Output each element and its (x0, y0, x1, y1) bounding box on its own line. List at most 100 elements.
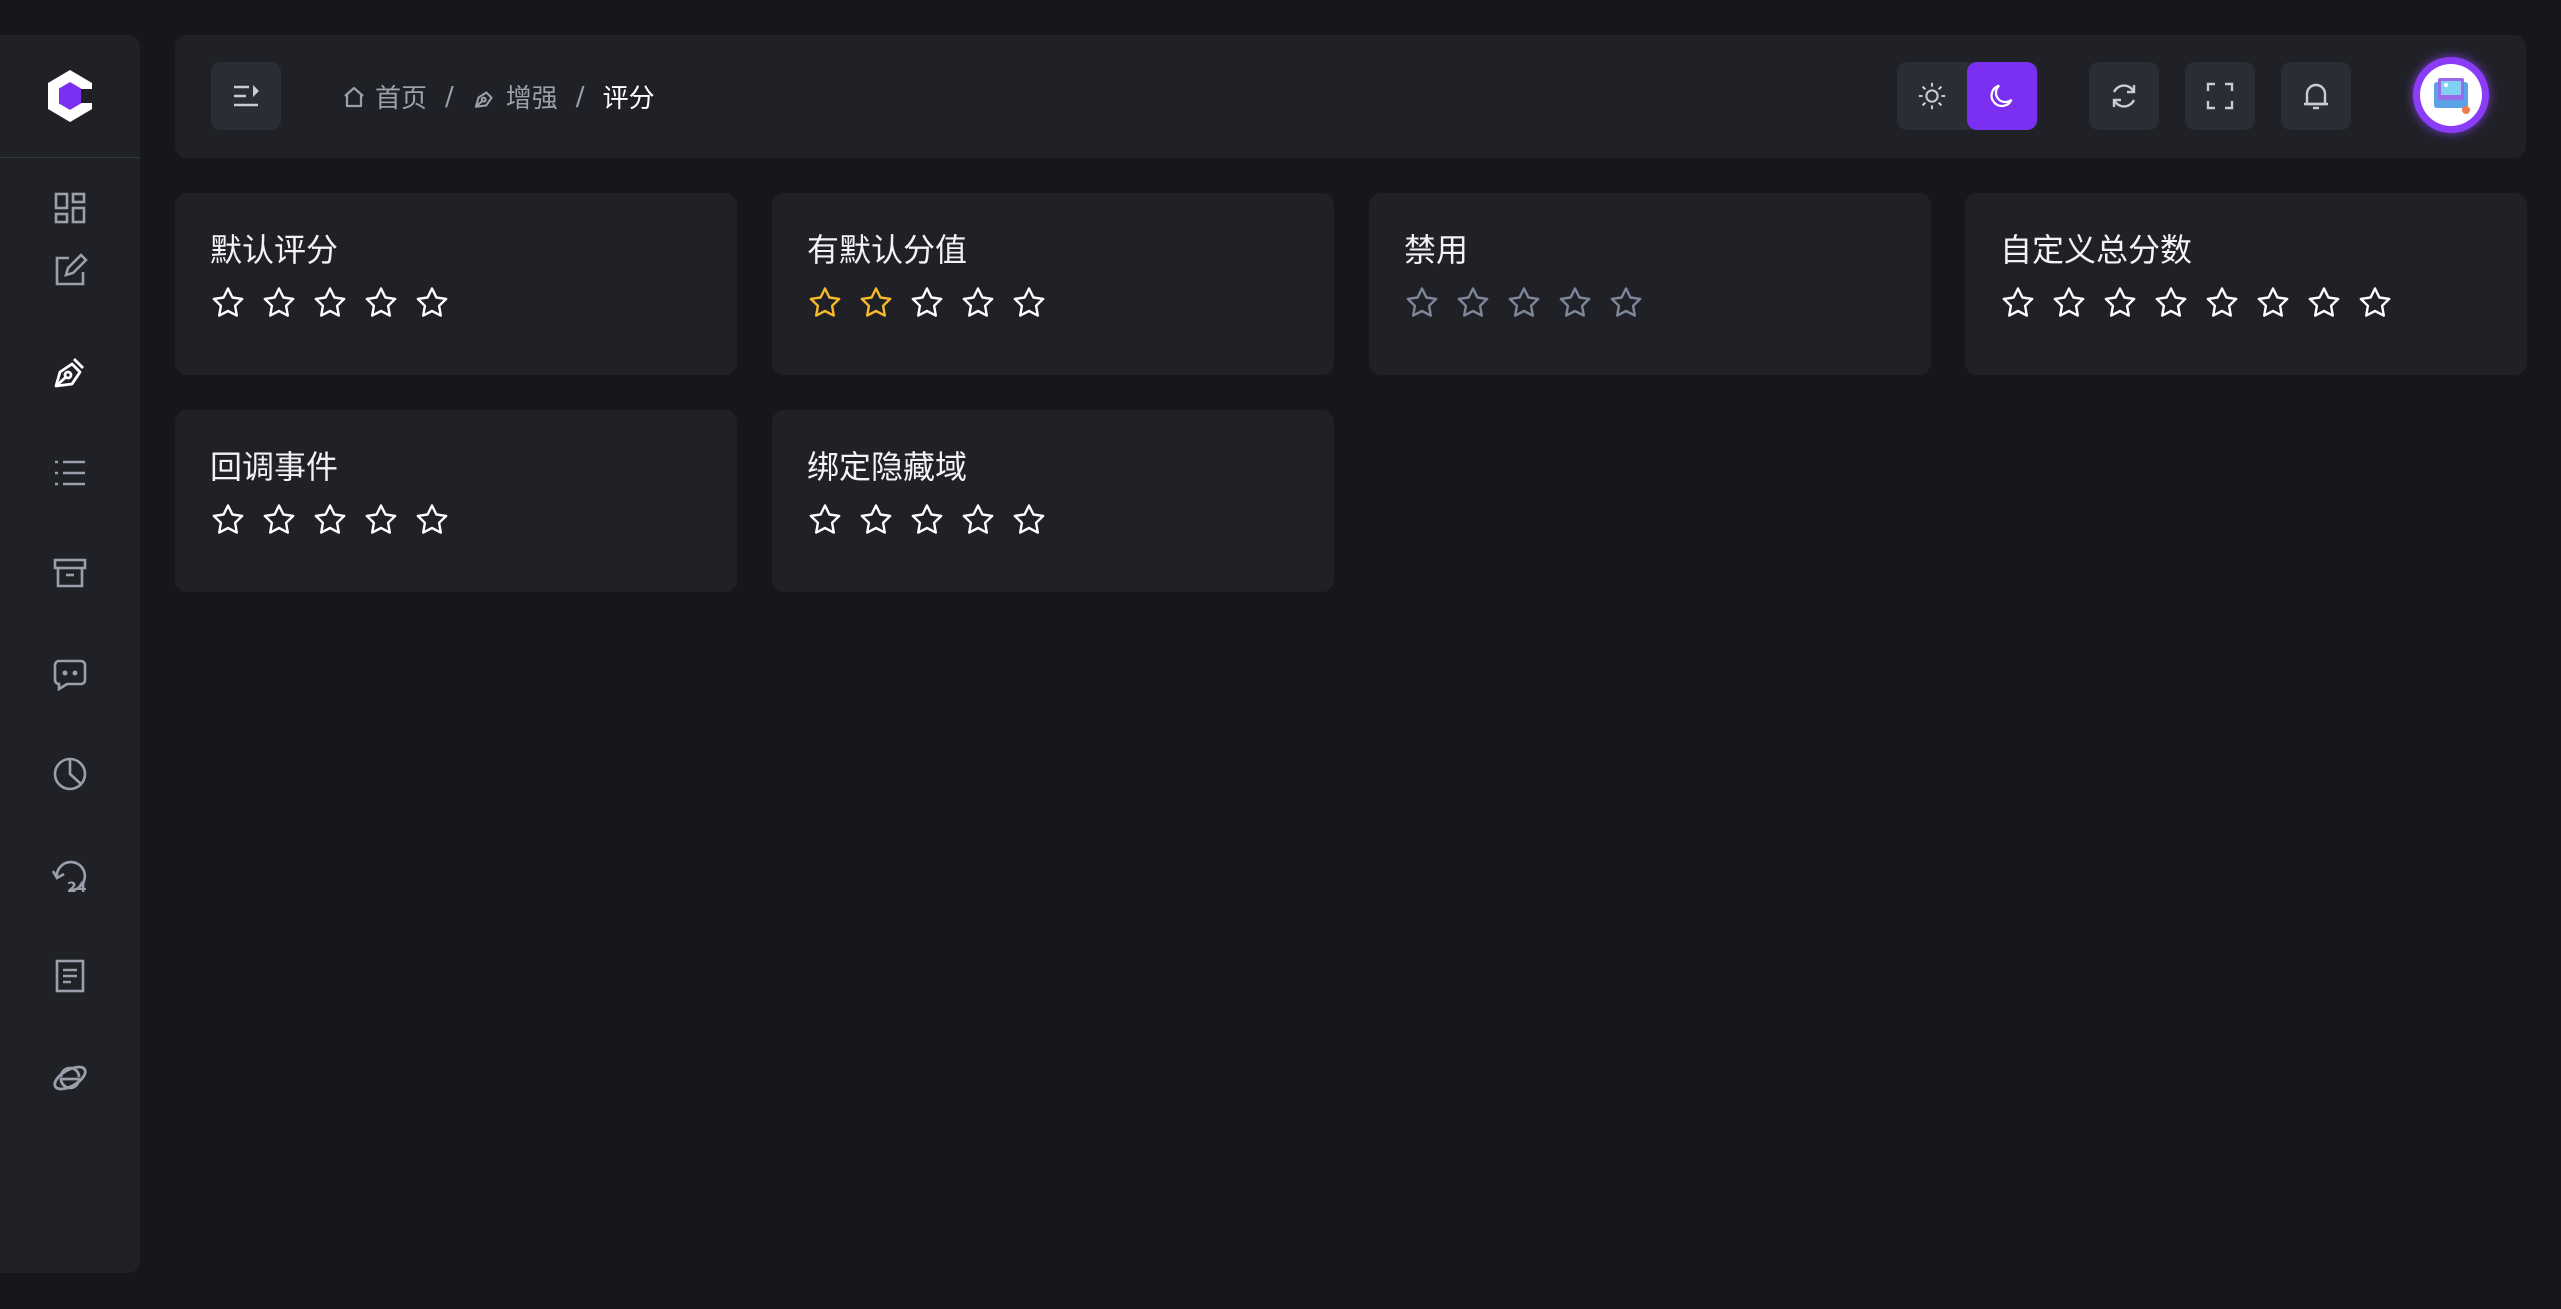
card-title: 默认评分 (210, 231, 339, 269)
star-icon (1508, 287, 1540, 317)
bell-icon (2304, 83, 2328, 110)
star-icon (1610, 287, 1642, 317)
star-icon (1406, 287, 1438, 317)
breadcrumb-separator: / (575, 81, 585, 112)
notification-button[interactable] (2281, 62, 2351, 130)
star-icon[interactable] (2255, 285, 2291, 321)
list-icon (55, 460, 85, 486)
breadcrumb-separator: / (445, 81, 454, 112)
star-icon[interactable] (414, 285, 450, 321)
logo[interactable] (0, 35, 140, 158)
light-theme-button[interactable] (1897, 62, 1967, 130)
breadcrumb-current: 评分 (603, 78, 655, 115)
star-icon[interactable] (363, 502, 399, 538)
star-icon[interactable] (2051, 285, 2087, 321)
card-title: 禁用 (1404, 231, 1469, 269)
sun-icon (1918, 82, 1946, 110)
avatar[interactable] (2413, 57, 2489, 133)
star-icon[interactable] (909, 285, 945, 321)
star-rating (210, 502, 450, 538)
star-icon[interactable] (261, 285, 297, 321)
sidebar-item-dashboard[interactable] (40, 178, 100, 238)
sidebar-item-list[interactable] (40, 443, 100, 503)
star-icon[interactable] (312, 285, 348, 321)
chat-icon (53, 659, 87, 692)
dashboard-icon (54, 192, 86, 224)
avatar-image (2420, 64, 2482, 126)
star-icon[interactable] (807, 502, 843, 538)
star-icon[interactable] (858, 285, 894, 321)
top-header: 首页 / 增强 / 评分 (175, 35, 2526, 158)
sidebar-item-archive[interactable] (40, 543, 100, 603)
history-24-icon: 24 (51, 860, 87, 896)
edit-icon (55, 253, 88, 286)
breadcrumb-home[interactable]: 首页 (341, 78, 427, 115)
star-icon[interactable] (1011, 285, 1047, 321)
star-rating (210, 285, 450, 321)
pen-nib-icon (54, 358, 84, 388)
card-title: 绑定隐藏域 (807, 448, 968, 486)
cube-logo-icon (48, 70, 92, 122)
card-title: 回调事件 (210, 448, 339, 486)
breadcrumb-label: 评分 (602, 84, 655, 114)
sidebar-item-history[interactable]: 24 (40, 846, 100, 906)
home-icon (344, 86, 364, 107)
star-rating (807, 285, 1047, 321)
collapse-sidebar-button[interactable] (211, 62, 281, 130)
ie-browser-icon (53, 1065, 87, 1091)
star-icon[interactable] (2102, 285, 2138, 321)
breadcrumb-enhance[interactable]: 增强 (472, 78, 558, 115)
star-icon[interactable] (960, 285, 996, 321)
menu-fold-icon (234, 85, 259, 107)
moon-icon (1990, 84, 2013, 108)
sidebar-item-chat[interactable] (40, 644, 100, 704)
document-icon (55, 959, 85, 993)
svg-text:24: 24 (67, 880, 87, 896)
rating-card: 默认评分 (175, 193, 737, 375)
star-icon[interactable] (2204, 285, 2240, 321)
breadcrumb-label: 增强 (505, 84, 558, 114)
star-rating (807, 502, 1047, 538)
sidebar: 24 (0, 35, 140, 1273)
theme-switch (1897, 62, 2038, 130)
sidebar-item-edit[interactable] (40, 241, 100, 301)
star-icon[interactable] (909, 502, 945, 538)
star-icon[interactable] (2153, 285, 2189, 321)
pen-nib-icon (474, 90, 493, 108)
pie-chart-icon (53, 757, 87, 791)
breadcrumb-label: 首页 (375, 84, 428, 114)
rating-card: 禁用 (1369, 193, 1931, 375)
star-icon[interactable] (312, 502, 348, 538)
rating-card: 自定义总分数 (1965, 193, 2527, 375)
star-icon[interactable] (363, 285, 399, 321)
fullscreen-button[interactable] (2185, 62, 2255, 130)
star-icon[interactable] (210, 285, 246, 321)
rating-card: 回调事件 (175, 410, 737, 592)
star-icon[interactable] (414, 502, 450, 538)
sidebar-item-enhance[interactable] (40, 341, 100, 401)
archive-icon (53, 558, 87, 588)
sidebar-item-document[interactable] (40, 946, 100, 1006)
card-title: 有默认分值 (807, 231, 968, 269)
card-title: 自定义总分数 (2000, 231, 2193, 269)
sidebar-item-chart[interactable] (40, 744, 100, 804)
star-icon[interactable] (210, 502, 246, 538)
star-icon[interactable] (261, 502, 297, 538)
star-rating (1404, 285, 1644, 321)
star-icon[interactable] (1011, 502, 1047, 538)
star-icon[interactable] (2357, 285, 2393, 321)
star-icon[interactable] (858, 502, 894, 538)
sidebar-item-browser[interactable] (40, 1047, 100, 1107)
star-icon[interactable] (2000, 285, 2036, 321)
picture-icon (2434, 78, 2470, 114)
rating-card: 有默认分值 (772, 193, 1334, 375)
fullscreen-icon (2206, 82, 2234, 110)
refresh-button[interactable] (2089, 62, 2159, 130)
breadcrumb: 首页 / 增强 / 评分 (341, 35, 655, 158)
star-icon[interactable] (960, 502, 996, 538)
dark-theme-button[interactable] (1967, 62, 2037, 130)
star-icon[interactable] (2306, 285, 2342, 321)
star-icon[interactable] (807, 285, 843, 321)
star-icon (1457, 287, 1489, 317)
star-icon (1559, 287, 1591, 317)
